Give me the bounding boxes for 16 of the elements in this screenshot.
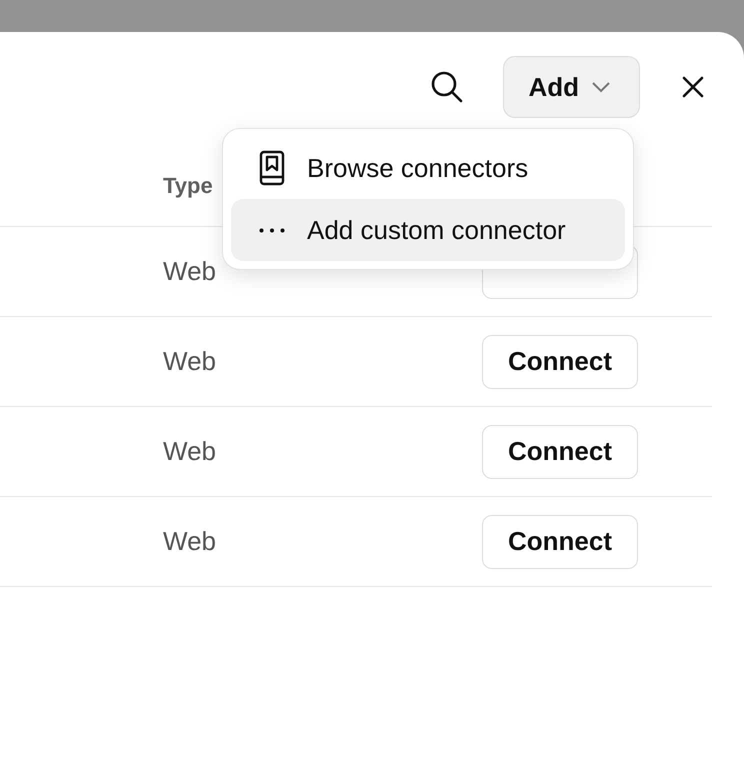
search-icon[interactable] xyxy=(429,69,466,105)
caret-icon xyxy=(591,81,611,93)
more-icon xyxy=(259,228,285,232)
column-header: Type xyxy=(163,173,213,199)
connect-button[interactable]: Connect xyxy=(482,514,638,568)
close-icon[interactable] xyxy=(682,76,704,98)
table-cell: Web xyxy=(163,436,216,467)
add-button[interactable]: Add xyxy=(503,56,640,118)
connect-button[interactable]: Connect xyxy=(482,424,638,478)
book-icon xyxy=(257,150,287,186)
connect-button[interactable]: Connect xyxy=(482,334,638,388)
table-cell: Web xyxy=(163,346,216,377)
menu-item[interactable]: Add custom connector xyxy=(231,199,625,261)
table-cell: Web xyxy=(163,526,216,557)
menu-item[interactable]: Browse connectors xyxy=(231,137,625,199)
table-cell: Web xyxy=(163,256,216,287)
